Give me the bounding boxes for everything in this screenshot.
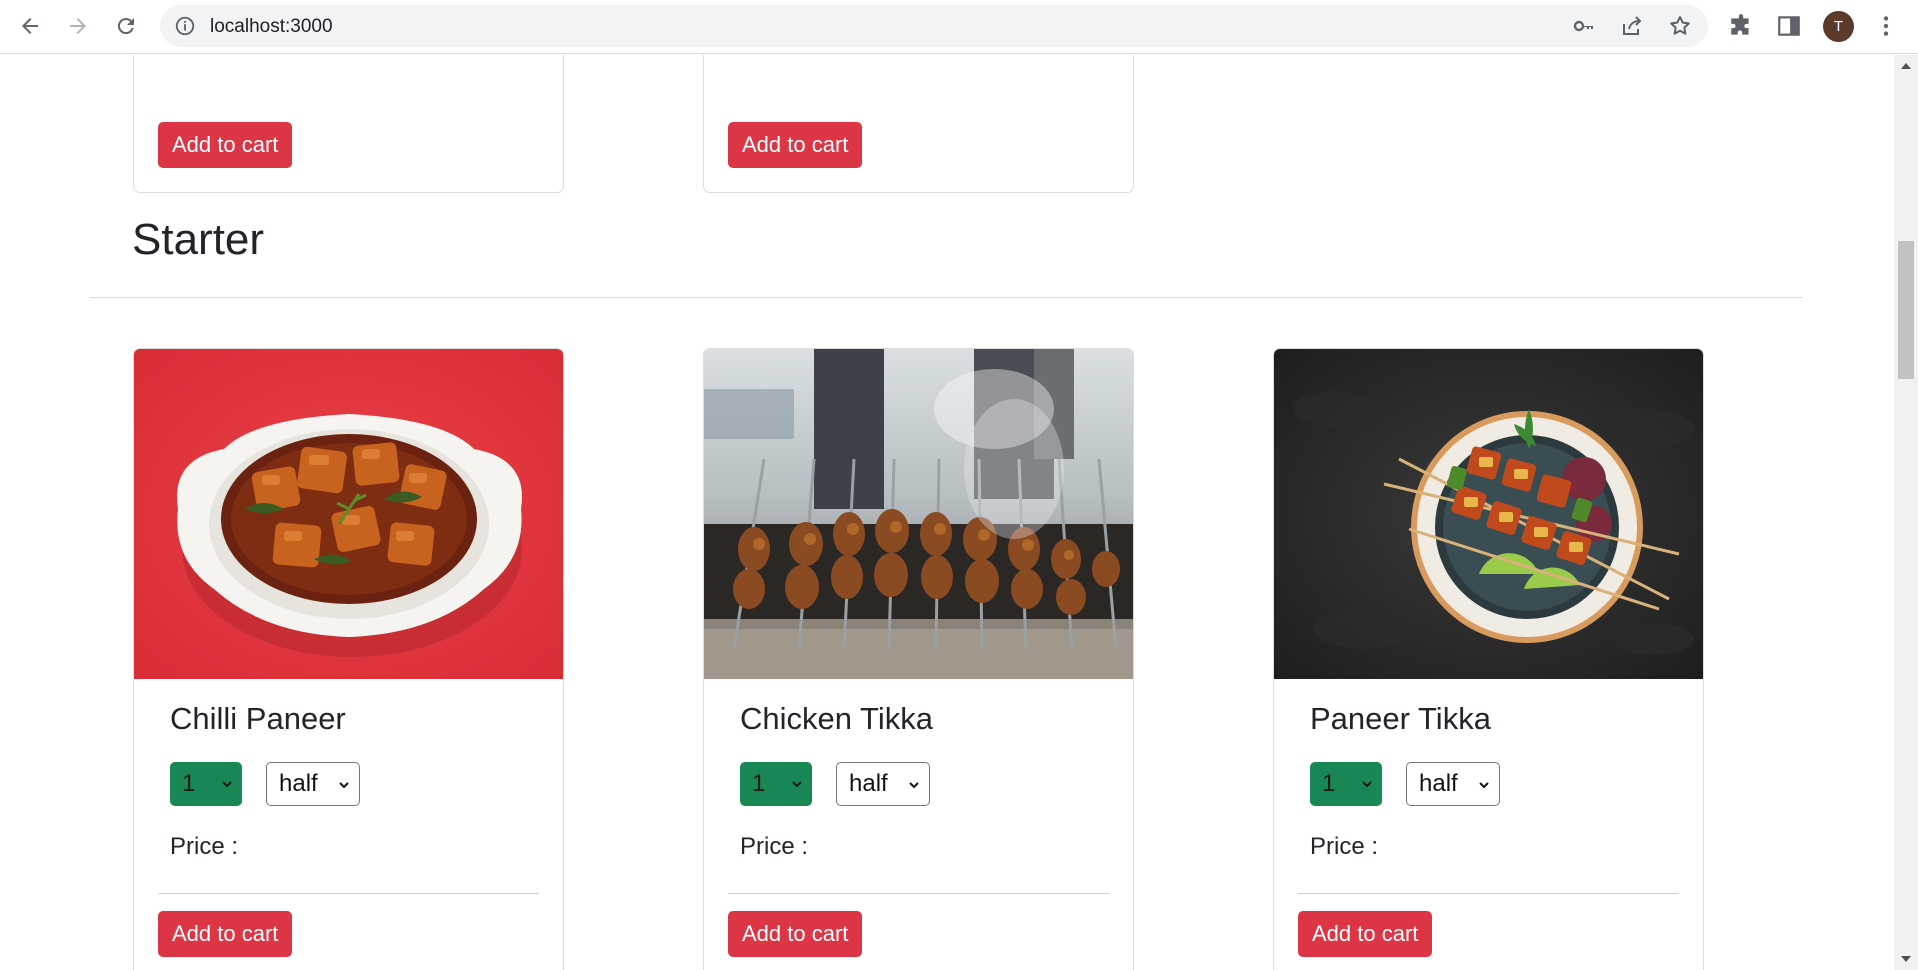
chevron-down-icon — [792, 781, 802, 788]
item-name: Paneer Tikka — [1310, 701, 1491, 736]
add-to-cart-button[interactable]: Add to cart — [158, 122, 293, 168]
price-label: Price : — [170, 833, 239, 860]
back-icon[interactable] — [14, 10, 46, 42]
section-heading: Starter — [132, 215, 265, 264]
add-to-cart-button[interactable]: Add to cart — [1298, 911, 1433, 957]
size-select[interactable]: half — [1406, 762, 1500, 806]
scroll-down-icon[interactable] — [1901, 956, 1911, 962]
quantity-value: 1 — [752, 770, 766, 797]
menu-card-previous-1: Add to cart — [133, 55, 564, 193]
card-divider — [158, 893, 539, 894]
price-label: Price : — [1310, 833, 1379, 860]
scrollbar-thumb[interactable] — [1898, 241, 1914, 379]
url-text[interactable]: localhost:3000 — [210, 16, 333, 38]
profile-avatar[interactable]: T — [1823, 11, 1854, 42]
menu-card-paneer-tikka: Paneer Tikka 1 half Price : Add to cart — [1273, 348, 1704, 970]
forward-icon[interactable] — [62, 10, 94, 42]
page-scrollbar[interactable] — [1894, 55, 1918, 970]
paneer-tikka-photo — [1274, 349, 1703, 679]
chevron-down-icon — [222, 781, 232, 788]
item-name: Chicken Tikka — [740, 701, 933, 736]
menu-card-chilli-paneer: Chilli Paneer 1 half Price : Add to cart — [133, 348, 564, 970]
price-label: Price : — [740, 833, 809, 860]
reload-icon[interactable] — [110, 10, 142, 42]
quantity-select[interactable]: 1 — [740, 762, 812, 806]
menu-card-chicken-tikka: Chicken Tikka 1 half Price : Add to cart — [703, 348, 1134, 970]
quantity-value: 1 — [1322, 770, 1336, 797]
section-divider — [90, 297, 1802, 298]
chicken-tikka-photo — [704, 349, 1133, 679]
chevron-down-icon — [909, 782, 919, 789]
card-divider — [1298, 893, 1679, 894]
address-bar[interactable]: localhost:3000 — [160, 5, 1708, 47]
add-to-cart-button[interactable]: Add to cart — [728, 911, 863, 957]
browser-toolbar: localhost:3000 T — [0, 0, 1918, 54]
star-icon[interactable] — [1668, 14, 1692, 38]
quantity-value: 1 — [182, 770, 196, 797]
share-icon[interactable] — [1620, 14, 1644, 38]
add-to-cart-button[interactable]: Add to cart — [728, 122, 863, 168]
chevron-down-icon — [1362, 781, 1372, 788]
item-name: Chilli Paneer — [170, 701, 346, 736]
quantity-select[interactable]: 1 — [1310, 762, 1382, 806]
card-divider — [728, 893, 1109, 894]
info-icon[interactable] — [174, 15, 196, 37]
chevron-down-icon — [339, 782, 349, 789]
key-icon[interactable] — [1572, 14, 1596, 38]
menu-card-previous-2: Add to cart — [703, 55, 1134, 193]
size-value: half — [849, 770, 888, 797]
chilli-paneer-photo — [134, 349, 563, 679]
add-to-cart-button[interactable]: Add to cart — [158, 911, 293, 957]
page-viewport: Add to cart Add to cart Starter Chilli P… — [0, 55, 1894, 970]
size-select[interactable]: half — [836, 762, 930, 806]
side-panel-icon[interactable] — [1776, 13, 1802, 39]
size-value: half — [1419, 770, 1458, 797]
chevron-down-icon — [1479, 782, 1489, 789]
extensions-icon[interactable] — [1728, 13, 1754, 39]
size-value: half — [279, 770, 318, 797]
quantity-select[interactable]: 1 — [170, 762, 242, 806]
scroll-up-icon[interactable] — [1901, 63, 1911, 69]
menu-icon[interactable] — [1873, 13, 1899, 39]
size-select[interactable]: half — [266, 762, 360, 806]
